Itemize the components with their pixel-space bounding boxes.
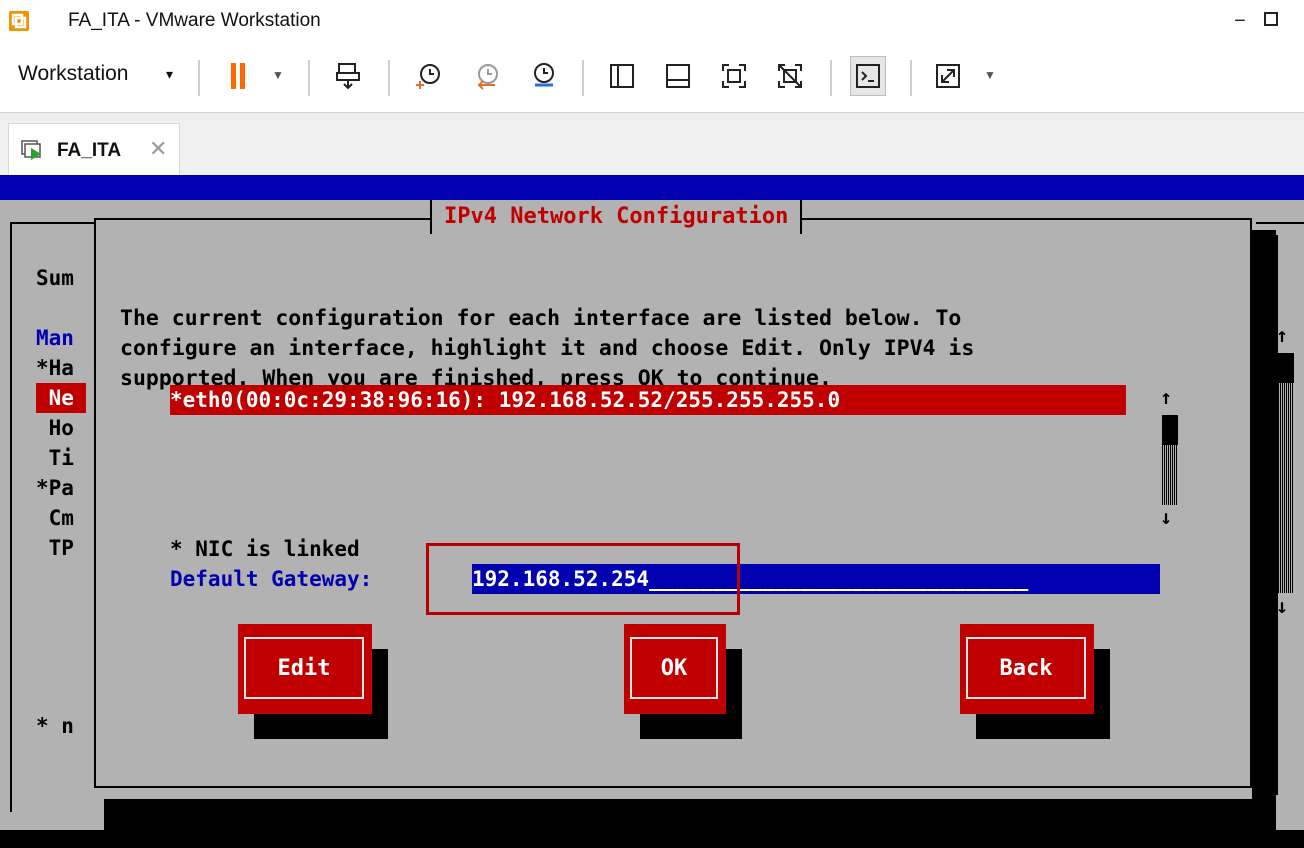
ipv4-config-dialog: IPv4 Network Configuration The current c… <box>94 200 1252 788</box>
minimize-button[interactable]: − <box>1226 6 1254 36</box>
full-screen-icon[interactable] <box>716 56 752 96</box>
vm-console[interactable]: ↑ ↓ Sum Man *Ha Ne Ho Ti *Pa Cm TP * n I… <box>0 175 1304 848</box>
window-title: FA_ITA - VMware Workstation <box>68 10 321 31</box>
ok-button[interactable]: OK <box>624 624 726 714</box>
workstation-menu-button[interactable]: Workstation <box>18 62 129 86</box>
chevron-down-icon[interactable]: ▾ <box>166 66 173 83</box>
dialog-shadow <box>1252 230 1276 810</box>
background-menu-line: Cm <box>36 506 74 530</box>
toolbar-separator <box>830 60 832 96</box>
annotation-highlight-box <box>426 543 740 615</box>
arrow-up-icon: ↑ <box>1276 323 1289 347</box>
chevron-down-icon[interactable]: ▼ <box>272 68 284 82</box>
interface-list-item[interactable]: *eth0(00:0c:29:38:96:16): 192.168.52.52/… <box>170 385 1126 415</box>
vmware-app-icon <box>9 11 29 31</box>
background-footer: * n <box>36 714 74 738</box>
pause-icon[interactable] <box>220 56 256 96</box>
stretch-guest-icon[interactable] <box>930 56 966 96</box>
scroll-up-icon[interactable]: ↑ <box>1160 385 1172 409</box>
toolbar-separator <box>910 60 912 96</box>
edit-button-label: Edit <box>244 637 364 699</box>
background-menu-line: Man <box>36 326 74 350</box>
show-library-icon[interactable] <box>604 56 640 96</box>
tab-bar: FA_ITA ✕ <box>0 113 1304 175</box>
dialog-title: IPv4 Network Configuration <box>430 200 803 234</box>
tab-label: FA_ITA <box>57 140 122 161</box>
background-menu-line: TP <box>36 536 74 560</box>
show-thumbnail-bar-icon[interactable] <box>660 56 696 96</box>
background-menu-line: Ti <box>36 446 74 470</box>
tab-fa-ita[interactable]: FA_ITA ✕ <box>8 123 180 175</box>
send-ctrl-alt-del-icon[interactable] <box>330 56 366 96</box>
list-scrollbar-thumb[interactable] <box>1162 415 1178 445</box>
dialog-instructions: The current configuration for each inter… <box>120 304 1250 394</box>
snapshot-manager-icon[interactable] <box>526 56 562 96</box>
toolbar: Workstation ▾ ▼ ▼ <box>0 44 1304 112</box>
ok-button-label: OK <box>630 637 718 699</box>
edit-button[interactable]: Edit <box>238 624 372 714</box>
back-button[interactable]: Back <box>960 624 1094 714</box>
background-menu-line: *Ha <box>36 356 74 380</box>
console-top-bar <box>0 175 1304 200</box>
default-gateway-label: Default Gateway: <box>170 567 373 591</box>
background-menu-line: Sum <box>36 266 74 290</box>
chevron-down-icon[interactable]: ▼ <box>984 68 996 82</box>
toolbar-separator <box>308 60 310 96</box>
toolbar-separator <box>388 60 390 96</box>
unity-icon[interactable] <box>772 56 808 96</box>
instruction-line: The current configuration for each inter… <box>120 306 962 331</box>
background-menu-line: *Pa <box>36 476 74 500</box>
close-icon[interactable]: ✕ <box>149 136 167 162</box>
background-menu-line-selected: Ne <box>36 383 86 413</box>
background-scrollbar-thumb <box>1278 353 1294 383</box>
snapshot-take-icon[interactable] <box>410 56 446 96</box>
toolbar-separator <box>198 60 200 96</box>
dialog-shadow <box>104 799 1276 848</box>
background-scrollbar-track <box>1278 353 1294 593</box>
snapshot-revert-icon[interactable] <box>468 56 504 96</box>
nic-link-status: * NIC is linked <box>170 537 360 561</box>
vm-running-icon <box>21 140 41 160</box>
arrow-down-icon: ↓ <box>1276 594 1289 618</box>
list-scrollbar-track[interactable] <box>1162 445 1178 505</box>
toolbar-separator <box>582 60 584 96</box>
scroll-down-icon[interactable]: ↓ <box>1160 505 1172 529</box>
title-bar: FA_ITA - VMware Workstation − <box>0 0 1304 44</box>
console-view-icon[interactable] <box>850 56 886 96</box>
instruction-line: configure an interface, highlight it and… <box>120 336 975 361</box>
maximize-button[interactable] <box>1264 12 1278 26</box>
back-button-label: Back <box>966 637 1086 699</box>
background-menu-line: Ho <box>36 416 74 440</box>
